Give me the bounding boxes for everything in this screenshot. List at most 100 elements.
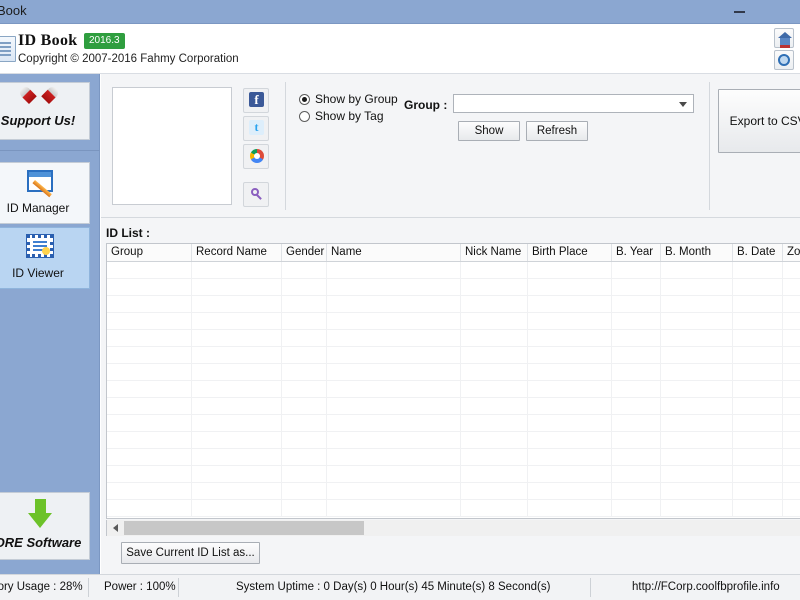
table-cell[interactable]: [661, 398, 733, 414]
table-cell[interactable]: [733, 466, 783, 482]
table-cell[interactable]: [107, 466, 192, 482]
table-cell[interactable]: [783, 466, 800, 482]
table-cell[interactable]: [528, 483, 612, 499]
table-cell[interactable]: [107, 279, 192, 295]
table-cell[interactable]: [661, 347, 733, 363]
table-cell[interactable]: [461, 432, 528, 448]
table-row[interactable]: [107, 466, 800, 483]
table-cell[interactable]: [612, 330, 661, 346]
table-row[interactable]: [107, 313, 800, 330]
table-cell[interactable]: [107, 330, 192, 346]
table-row[interactable]: [107, 279, 800, 296]
horizontal-scrollbar[interactable]: [106, 520, 800, 536]
table-cell[interactable]: [783, 364, 800, 380]
table-cell[interactable]: [612, 262, 661, 278]
table-cell[interactable]: [783, 262, 800, 278]
sidebar-item-support-us[interactable]: Support Us!: [0, 82, 90, 140]
table-cell[interactable]: [461, 296, 528, 312]
table-cell[interactable]: [107, 347, 192, 363]
refresh-button[interactable]: Refresh: [526, 121, 588, 141]
table-cell[interactable]: [327, 313, 461, 329]
table-cell[interactable]: [461, 483, 528, 499]
table-cell[interactable]: [327, 296, 461, 312]
table-cell[interactable]: [461, 347, 528, 363]
table-cell[interactable]: [612, 364, 661, 380]
table-cell[interactable]: [783, 483, 800, 499]
table-cell[interactable]: [461, 381, 528, 397]
table-cell[interactable]: [461, 279, 528, 295]
table-cell[interactable]: [733, 500, 783, 516]
table-cell[interactable]: [661, 296, 733, 312]
table-cell[interactable]: [528, 313, 612, 329]
table-cell[interactable]: [733, 262, 783, 278]
table-cell[interactable]: [612, 398, 661, 414]
table-cell[interactable]: [282, 330, 327, 346]
table-column-header[interactable]: B. Date: [733, 244, 783, 261]
table-cell[interactable]: [461, 364, 528, 380]
table-cell[interactable]: [733, 483, 783, 499]
table-cell[interactable]: [107, 415, 192, 431]
table-cell[interactable]: [192, 483, 282, 499]
table-cell[interactable]: [282, 500, 327, 516]
table-row[interactable]: [107, 500, 800, 517]
table-cell[interactable]: [107, 364, 192, 380]
table-cell[interactable]: [327, 347, 461, 363]
table-column-header[interactable]: B. Month: [661, 244, 733, 261]
table-cell[interactable]: [528, 415, 612, 431]
sidebar-item-more-software[interactable]: ORE Software: [0, 492, 90, 560]
table-cell[interactable]: [661, 432, 733, 448]
table-cell[interactable]: [461, 330, 528, 346]
twitter-button[interactable]: t: [243, 116, 269, 141]
group-select[interactable]: [453, 94, 694, 113]
table-cell[interactable]: [282, 466, 327, 482]
table-cell[interactable]: [192, 262, 282, 278]
table-cell[interactable]: [192, 381, 282, 397]
table-cell[interactable]: [192, 364, 282, 380]
table-cell[interactable]: [192, 313, 282, 329]
table-cell[interactable]: [733, 432, 783, 448]
table-cell[interactable]: [461, 449, 528, 465]
id-list-table[interactable]: Group Record Name Gender Name Nick Name Birth…: [106, 243, 800, 519]
table-cell[interactable]: [783, 415, 800, 431]
table-cell[interactable]: [612, 347, 661, 363]
table-row[interactable]: [107, 347, 800, 364]
table-cell[interactable]: [192, 279, 282, 295]
table-row[interactable]: [107, 262, 800, 279]
table-cell[interactable]: [528, 364, 612, 380]
minimize-button[interactable]: [722, 0, 756, 24]
table-cell[interactable]: [107, 432, 192, 448]
radio-show-by-group[interactable]: Show by Group: [299, 92, 398, 109]
table-cell[interactable]: [528, 398, 612, 414]
table-cell[interactable]: [107, 381, 192, 397]
table-cell[interactable]: [661, 415, 733, 431]
table-cell[interactable]: [733, 347, 783, 363]
table-cell[interactable]: [661, 330, 733, 346]
table-cell[interactable]: [528, 466, 612, 482]
table-column-header[interactable]: Birth Place: [528, 244, 612, 261]
table-column-header[interactable]: Record Name: [192, 244, 282, 261]
table-row[interactable]: [107, 381, 800, 398]
table-cell[interactable]: [107, 296, 192, 312]
table-cell[interactable]: [461, 415, 528, 431]
table-cell[interactable]: [528, 279, 612, 295]
table-cell[interactable]: [327, 262, 461, 278]
scroll-left-button[interactable]: [107, 520, 123, 536]
photo-preview-box[interactable]: [112, 87, 232, 205]
table-cell[interactable]: [192, 466, 282, 482]
table-cell[interactable]: [612, 279, 661, 295]
table-cell[interactable]: [192, 347, 282, 363]
table-body[interactable]: [107, 262, 800, 517]
table-cell[interactable]: [192, 432, 282, 448]
table-cell[interactable]: [107, 262, 192, 278]
table-column-header[interactable]: Name: [327, 244, 461, 261]
table-cell[interactable]: [612, 449, 661, 465]
table-row[interactable]: [107, 398, 800, 415]
search-button[interactable]: [243, 182, 269, 207]
table-cell[interactable]: [612, 466, 661, 482]
table-cell[interactable]: [282, 398, 327, 414]
table-column-header[interactable]: Group: [107, 244, 192, 261]
table-cell[interactable]: [733, 415, 783, 431]
table-row[interactable]: [107, 415, 800, 432]
table-cell[interactable]: [107, 398, 192, 414]
table-cell[interactable]: [661, 483, 733, 499]
